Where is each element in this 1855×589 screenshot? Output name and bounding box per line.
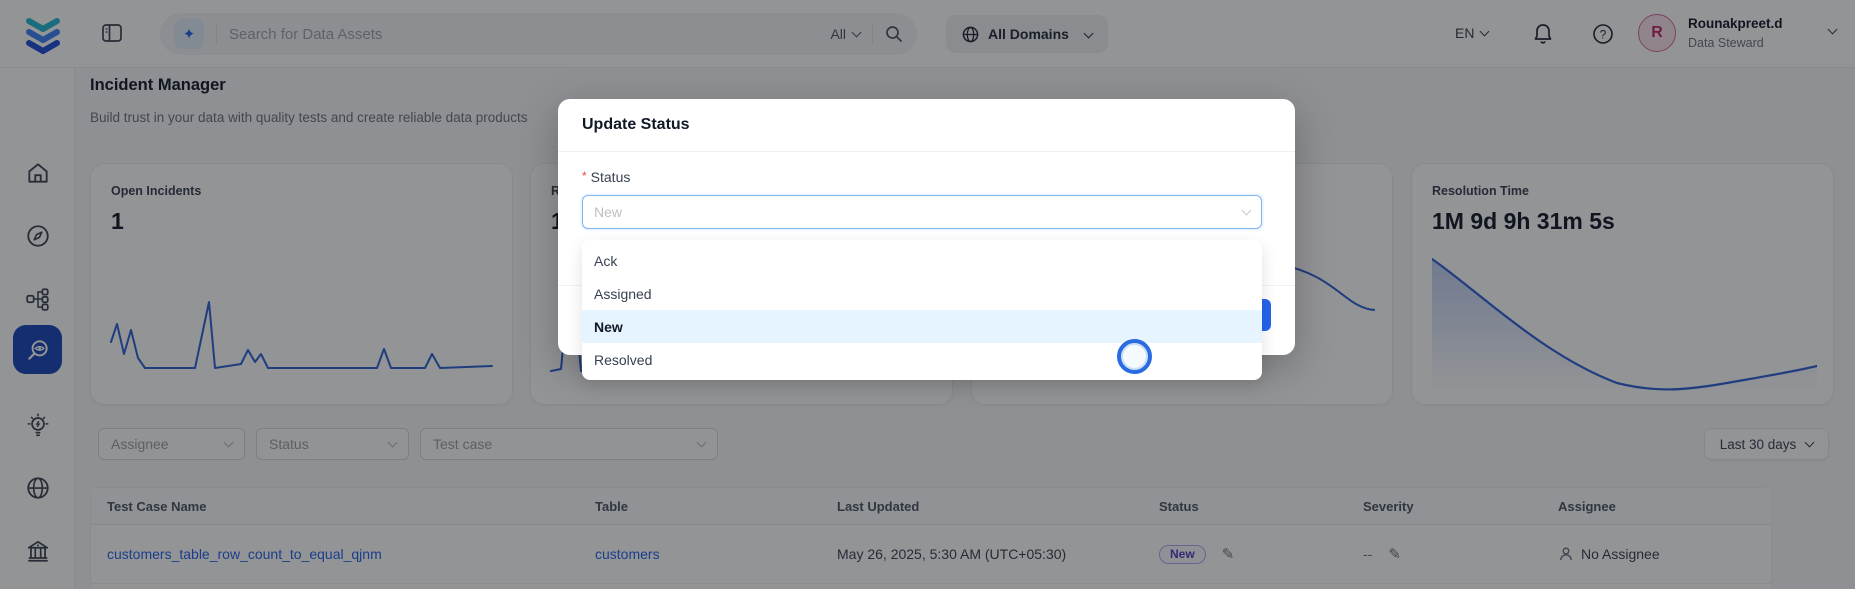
required-asterisk: *	[582, 169, 587, 183]
chart-ring-marker	[1117, 339, 1152, 374]
status-option-new-selected[interactable]: New	[582, 310, 1262, 343]
status-dropdown-menu: Ack Assigned New Resolved	[582, 240, 1262, 380]
status-select[interactable]: New	[582, 195, 1262, 229]
status-option-ack[interactable]: Ack	[582, 244, 1262, 277]
modal-title: Update Status	[558, 99, 1295, 152]
status-select-placeholder: New	[594, 204, 622, 220]
status-field-label: *Status	[582, 169, 630, 185]
status-option-resolved[interactable]: Resolved	[582, 343, 1262, 376]
chevron-down-icon	[1242, 205, 1252, 215]
status-option-assigned[interactable]: Assigned	[582, 277, 1262, 310]
